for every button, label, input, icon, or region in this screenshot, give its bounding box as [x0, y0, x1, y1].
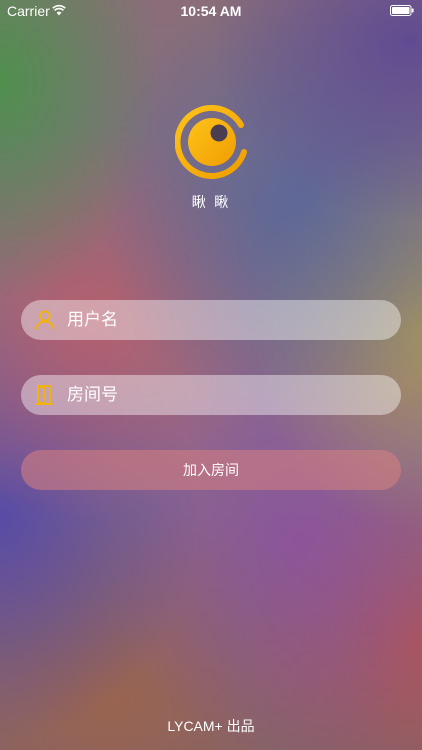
room-field-container: [21, 375, 401, 415]
user-icon: [35, 310, 55, 330]
footer-credit: LYCAM+ 出品: [167, 718, 255, 734]
door-icon: [35, 385, 53, 405]
username-field-container: [21, 300, 401, 340]
battery-icon: [390, 5, 414, 16]
join-room-button[interactable]: 加入房间: [21, 450, 401, 490]
eye-logo-icon: [175, 105, 247, 179]
room-number-input[interactable]: [67, 375, 387, 415]
username-input[interactable]: [67, 300, 387, 340]
status-time: 10:54 AM: [180, 3, 242, 19]
status-bar: Carrier 10:54 AM: [0, 0, 422, 22]
login-screen: Carrier 10:54 AM 瞅 瞅 用户名 房间号 加入房间 LYCAM+…: [0, 0, 422, 750]
app-name: 瞅 瞅: [191, 195, 231, 211]
